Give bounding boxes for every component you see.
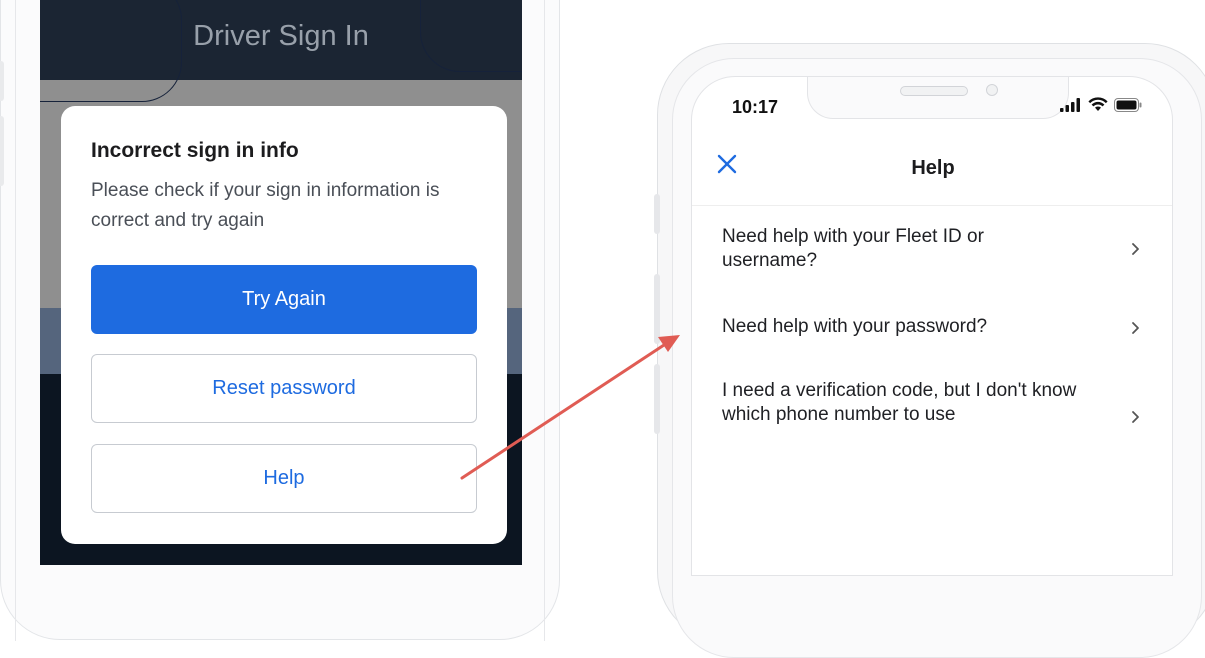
try-again-label: Try Again [242,288,326,310]
help-nav-bar: Help [692,129,1172,206]
help-item-verification-code[interactable]: I need a verification code, but I don't … [692,377,1172,457]
help-item-label: I need a verification code, but I don't … [722,380,1077,425]
right-phone-screen: 10:17 Help Need help with your Fleet ID … [691,76,1173,576]
help-item-label: Need help with your Fleet ID or username… [722,226,984,271]
reset-password-button[interactable]: Reset password [91,354,477,423]
chevron-right-icon [1132,411,1139,423]
help-label: Help [263,467,305,489]
wifi-icon [1088,97,1108,111]
chevron-right-icon [1132,322,1139,334]
reset-password-label: Reset password [212,377,356,399]
chevron-right-icon [1132,243,1139,255]
front-camera [986,84,998,96]
help-button[interactable]: Help [91,444,477,513]
try-again-button[interactable]: Try Again [91,265,477,334]
right-phone-side-button [654,364,660,434]
left-phone-side-button [0,61,4,101]
status-time: 10:17 [732,97,779,117]
dialog-title: Incorrect sign in info [91,139,299,162]
status-icons [1060,97,1142,112]
battery-icon [1114,97,1142,112]
error-dialog: Incorrect sign in info Please check if y… [61,106,507,544]
help-item-password[interactable]: Need help with your password? [692,313,1172,353]
phone-notch [807,77,1069,119]
right-phone-side-button [654,274,660,344]
help-title: Help [911,157,955,179]
help-item-fleet-id[interactable]: Need help with your Fleet ID or username… [692,223,1172,283]
signal-icon [1060,97,1080,112]
right-phone-side-button [654,194,660,234]
background-pattern [420,0,522,72]
dialog-message: Please check if your sign in information… [91,180,440,231]
background-pattern [40,0,182,102]
left-phone-side-button [0,116,4,186]
speaker-grille [900,86,968,96]
help-item-label: Need help with your password? [722,316,988,337]
